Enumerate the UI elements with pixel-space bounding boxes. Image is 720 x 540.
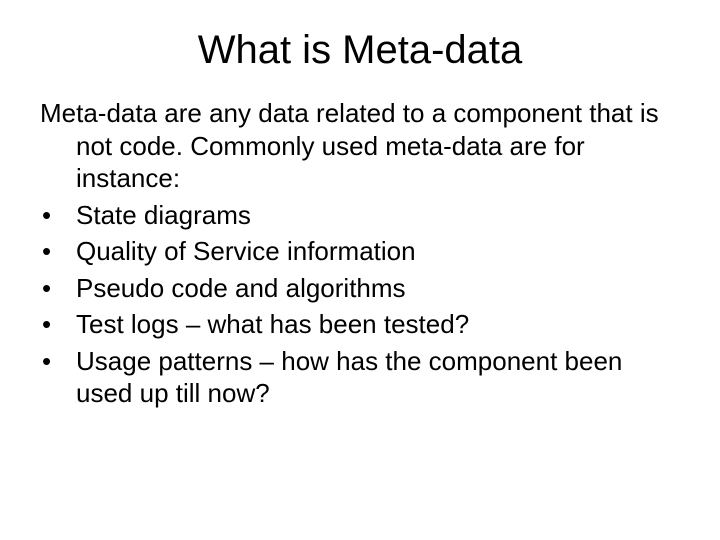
list-item-label: State diagrams (76, 199, 680, 232)
list-item-label: Test logs – what has been tested? (76, 308, 680, 341)
slide-title: What is Meta-data (40, 28, 680, 73)
list-item-label: Usage patterns – how has the component b… (76, 345, 680, 410)
bullet-icon: • (40, 235, 76, 268)
list-item: • Test logs – what has been tested? (40, 308, 680, 341)
bullet-icon: • (40, 272, 76, 305)
list-item: • Usage patterns – how has the component… (40, 345, 680, 410)
bullet-icon: • (40, 308, 76, 341)
list-item: • Quality of Service information (40, 235, 680, 268)
list-item-label: Quality of Service information (76, 235, 680, 268)
list-item: • Pseudo code and algorithms (40, 272, 680, 305)
list-item-label: Pseudo code and algorithms (76, 272, 680, 305)
bullet-icon: • (40, 345, 76, 410)
list-item: • State diagrams (40, 199, 680, 232)
bullet-icon: • (40, 199, 76, 232)
intro-paragraph: Meta-data are any data related to a comp… (40, 97, 680, 195)
